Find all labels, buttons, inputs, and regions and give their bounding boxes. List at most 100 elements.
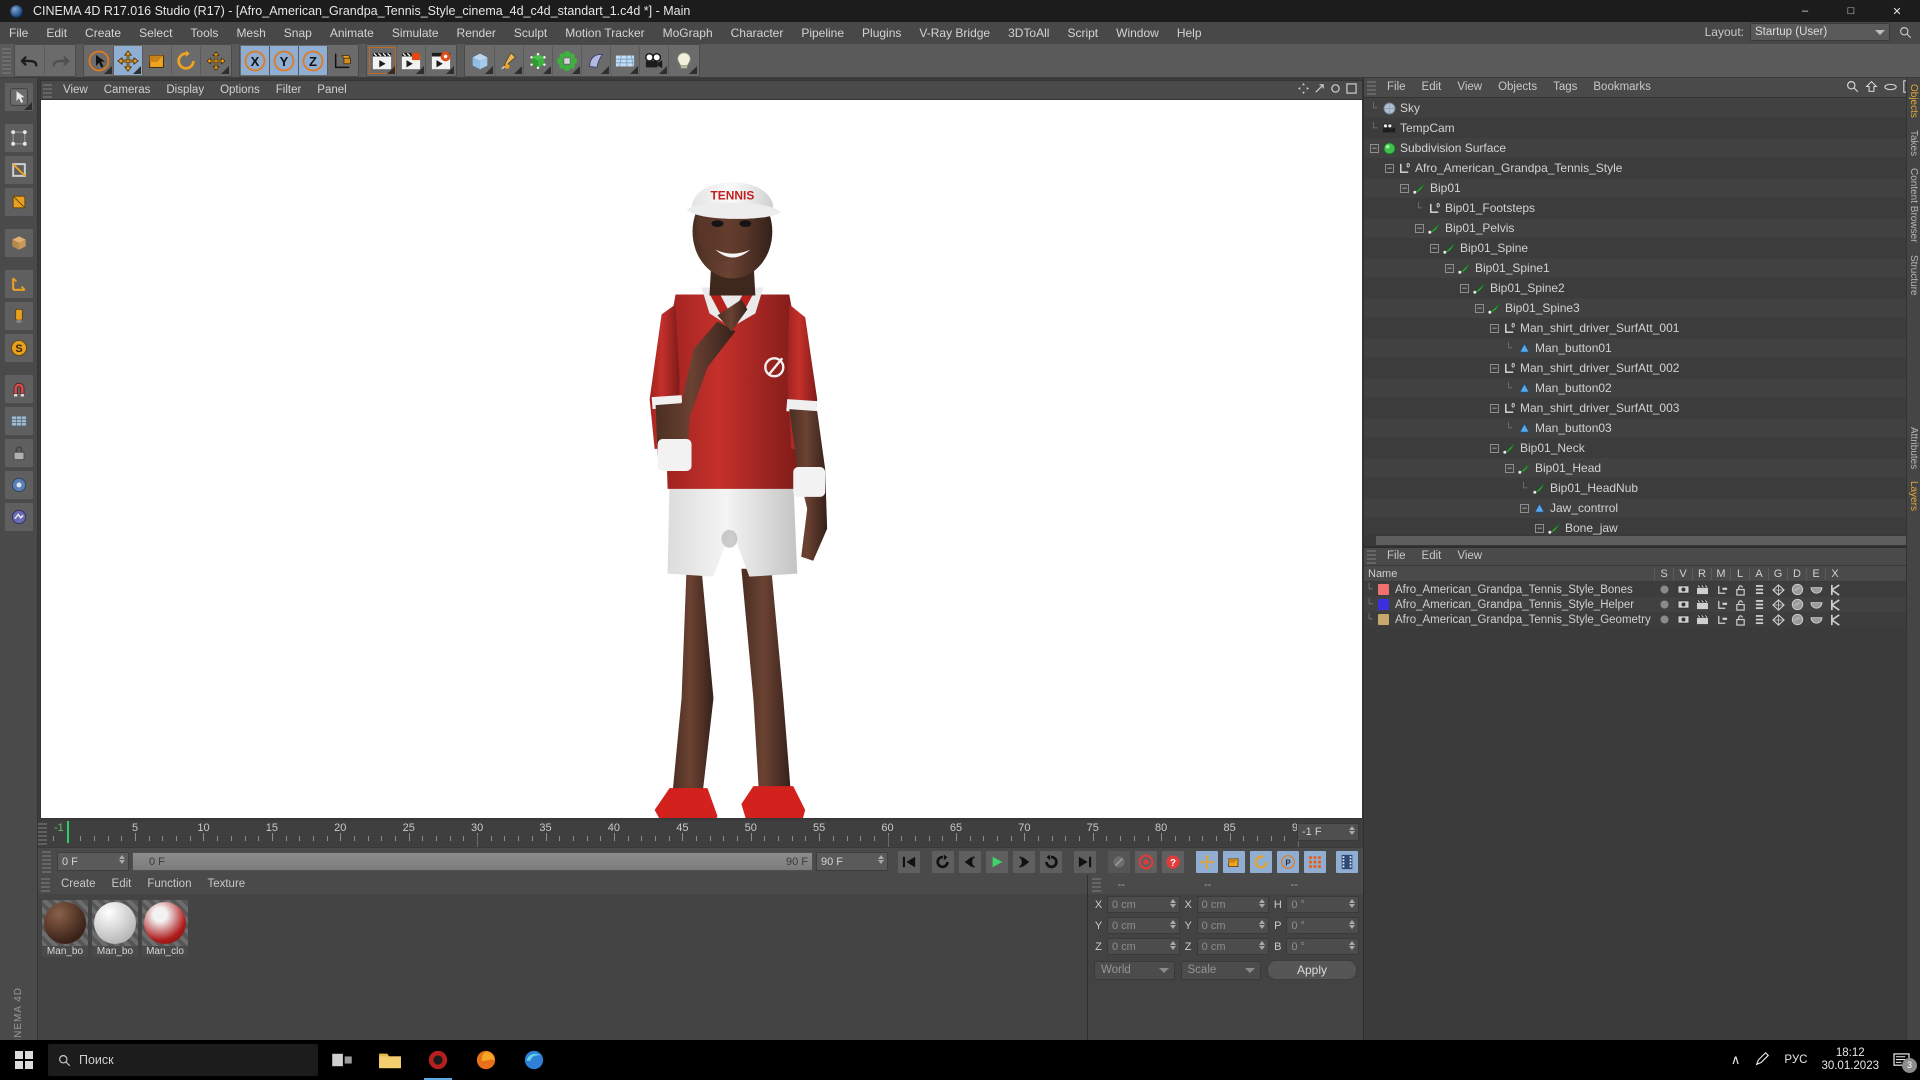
object-tree-row[interactable]: − 0 Man_shirt_driver_SurfAtt_002 bbox=[1364, 358, 1920, 378]
layer-row[interactable]: └ Afro_American_Grandpa_Tennis_Style_Bone… bbox=[1364, 582, 1920, 597]
object-tree-row[interactable]: └ Sky bbox=[1364, 98, 1920, 118]
layer-toggle-l[interactable] bbox=[1731, 584, 1750, 596]
layer-column-r[interactable]: R bbox=[1692, 567, 1711, 580]
stepper-icon[interactable] bbox=[1349, 826, 1355, 835]
pan-icon[interactable] bbox=[1298, 83, 1309, 97]
menu-animate[interactable]: Animate bbox=[321, 22, 383, 44]
coord-rotation-field[interactable]: 0 ° bbox=[1286, 896, 1360, 913]
search-icon[interactable] bbox=[1846, 80, 1859, 96]
tab-attributes[interactable]: Attributes bbox=[1908, 421, 1919, 475]
coord-size-field[interactable]: 0 cm bbox=[1196, 917, 1270, 934]
layer-column-e[interactable]: E bbox=[1806, 567, 1825, 580]
viewport-menu-panel[interactable]: Panel bbox=[309, 81, 354, 100]
layer-toggle-g[interactable] bbox=[1769, 583, 1788, 596]
expand-collapse-toggle[interactable]: − bbox=[1430, 243, 1439, 253]
layer-color-swatch[interactable] bbox=[1378, 599, 1389, 610]
layer-toggle-r[interactable] bbox=[1693, 614, 1712, 625]
menu-tools[interactable]: Tools bbox=[181, 22, 227, 44]
coord-size-field[interactable]: 0 cm bbox=[1196, 938, 1270, 955]
material-item[interactable]: Man_bo bbox=[92, 900, 138, 957]
model-mode-button[interactable] bbox=[3, 228, 34, 258]
layer-toggle-s[interactable] bbox=[1655, 614, 1674, 625]
layer-column-x[interactable]: X bbox=[1825, 567, 1844, 580]
undo-button[interactable] bbox=[16, 46, 45, 75]
stepper-icon[interactable] bbox=[1169, 941, 1176, 950]
expand-collapse-toggle[interactable]: − bbox=[1535, 523, 1544, 533]
points-mode-button[interactable] bbox=[3, 123, 34, 153]
expand-collapse-toggle[interactable]: − bbox=[1460, 283, 1469, 293]
end-frame-field[interactable]: 90 F bbox=[816, 852, 888, 871]
stepper-icon[interactable] bbox=[1169, 899, 1176, 908]
layer-toggle-g[interactable] bbox=[1769, 598, 1788, 611]
object-menu-edit[interactable]: Edit bbox=[1414, 78, 1450, 97]
object-tree-row[interactable]: − Bip01_Spine2 bbox=[1364, 278, 1920, 298]
clock[interactable]: 18:12 30.01.2023 bbox=[1821, 1047, 1879, 1073]
polygons-mode-button[interactable] bbox=[3, 187, 34, 217]
expand-collapse-toggle[interactable]: − bbox=[1490, 323, 1499, 333]
object-manager-grip[interactable] bbox=[1367, 80, 1376, 95]
keyframe-help-button[interactable]: ? bbox=[1161, 849, 1185, 874]
layer-manager-grip[interactable] bbox=[1367, 549, 1376, 564]
pen-icon[interactable] bbox=[1754, 1051, 1770, 1070]
layer-color-swatch[interactable] bbox=[1378, 584, 1389, 595]
record-active-objects-button[interactable] bbox=[1107, 849, 1131, 874]
layer-menu-file[interactable]: File bbox=[1379, 547, 1414, 566]
object-tree-row[interactable]: − Bip01_Pelvis bbox=[1364, 218, 1920, 238]
frame-range-bar[interactable]: 0 F 90 F bbox=[132, 852, 813, 871]
menu-sculpt[interactable]: Sculpt bbox=[505, 22, 556, 44]
position-key-button[interactable] bbox=[1195, 849, 1219, 874]
texture-axis-button[interactable] bbox=[3, 269, 34, 299]
menu-help[interactable]: Help bbox=[1168, 22, 1211, 44]
object-tree-row[interactable]: └ Man_button01 bbox=[1364, 338, 1920, 358]
notification-badge[interactable]: 3 bbox=[1893, 1052, 1917, 1073]
object-tree-row[interactable]: − Bip01 bbox=[1364, 178, 1920, 198]
menu-file[interactable]: File bbox=[0, 22, 37, 44]
snap-button[interactable] bbox=[3, 470, 34, 500]
live-selection-button[interactable] bbox=[3, 82, 34, 112]
layer-toggle-x[interactable] bbox=[1826, 583, 1845, 596]
tab-takes[interactable]: Takes bbox=[1908, 124, 1919, 162]
timeline-grip[interactable] bbox=[38, 823, 47, 845]
transport-grip[interactable] bbox=[42, 850, 51, 873]
menu-pipeline[interactable]: Pipeline bbox=[792, 22, 853, 44]
object-tree-row[interactable]: └ Man_button02 bbox=[1364, 378, 1920, 398]
menu-mograph[interactable]: MoGraph bbox=[654, 22, 722, 44]
timeline-ruler[interactable]: -151015202530354045505560657075808590 bbox=[53, 821, 1304, 847]
layer-toggle-a[interactable] bbox=[1750, 614, 1769, 626]
layer-toggle-g[interactable] bbox=[1769, 613, 1788, 626]
menu-render[interactable]: Render bbox=[448, 22, 505, 44]
layer-toggle-x[interactable] bbox=[1826, 598, 1845, 611]
material-menu-create[interactable]: Create bbox=[53, 875, 104, 894]
taskbar-search[interactable]: Поиск bbox=[48, 1044, 318, 1076]
layer-toggle-r[interactable] bbox=[1693, 584, 1712, 595]
select-tool-button[interactable] bbox=[85, 46, 114, 75]
viewport-menu-options[interactable]: Options bbox=[212, 81, 268, 100]
coord-rotation-field[interactable]: 0 ° bbox=[1286, 917, 1360, 934]
material-menu-texture[interactable]: Texture bbox=[199, 875, 253, 894]
menu-script[interactable]: Script bbox=[1058, 22, 1107, 44]
autokeying-button[interactable] bbox=[1134, 849, 1158, 874]
layer-toggle-a[interactable] bbox=[1750, 584, 1769, 596]
viewport-menu-view[interactable]: View bbox=[55, 81, 96, 100]
expand-collapse-toggle[interactable]: − bbox=[1400, 183, 1409, 193]
object-manager-hscrollbar[interactable] bbox=[1364, 535, 1920, 546]
coordinate-system-button[interactable] bbox=[328, 46, 357, 75]
coordinate-system-dropdown[interactable]: World bbox=[1094, 960, 1175, 980]
object-tree-row[interactable]: └ Man_button03 bbox=[1364, 418, 1920, 438]
expand-collapse-toggle[interactable]: − bbox=[1505, 463, 1514, 473]
object-tree-row[interactable]: − Bip01_Spine1 bbox=[1364, 258, 1920, 278]
playhead[interactable] bbox=[66, 821, 69, 843]
menu-create[interactable]: Create bbox=[76, 22, 130, 44]
object-tree-row[interactable]: └ Bip01_HeadNub bbox=[1364, 478, 1920, 498]
menu-snap[interactable]: Snap bbox=[275, 22, 321, 44]
axis-tool-button[interactable] bbox=[3, 301, 34, 331]
layer-toggle-e[interactable] bbox=[1807, 585, 1826, 595]
maximize-icon[interactable] bbox=[1346, 83, 1357, 97]
expand-collapse-toggle[interactable]: − bbox=[1520, 503, 1529, 513]
object-menu-view[interactable]: View bbox=[1449, 78, 1490, 97]
object-tree-row[interactable]: − 0 Man_shirt_driver_SurfAtt_003 bbox=[1364, 398, 1920, 418]
stepper-icon[interactable] bbox=[1349, 941, 1356, 950]
scale-key-button[interactable] bbox=[1222, 849, 1246, 874]
object-tree-row[interactable]: − Subdivision Surface bbox=[1364, 138, 1920, 158]
apply-button[interactable]: Apply bbox=[1267, 960, 1357, 980]
